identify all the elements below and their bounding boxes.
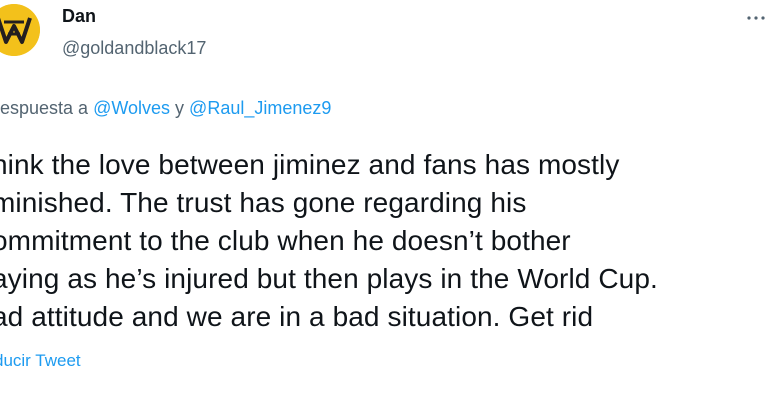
mention-raul-jimenez-link[interactable]: @Raul_Jimenez9: [189, 98, 331, 118]
user-handle[interactable]: @goldandblack17: [62, 38, 206, 59]
tweet-text: hink the love between jiminez and fans h…: [0, 146, 768, 336]
tweet-line: ad attitude and we are in a bad situatio…: [0, 301, 594, 332]
reply-context: respuesta a @Wolves y @Raul_Jimenez9: [0, 98, 331, 119]
reply-prefix: respuesta a: [0, 98, 94, 118]
more-options-button[interactable]: [744, 6, 768, 30]
avatar[interactable]: [0, 4, 40, 56]
tweet-line: ommitment to the club when he doesn’t bo…: [0, 225, 571, 256]
tweet-line: aying as he’s injured but then plays in …: [0, 263, 658, 294]
more-horizontal-icon: [747, 16, 765, 20]
tweet-line: minished. The trust has gone regarding h…: [0, 187, 527, 218]
translate-tweet-link[interactable]: ducir Tweet: [0, 351, 81, 371]
reply-joiner: y: [170, 98, 190, 118]
user-name[interactable]: Dan: [62, 6, 96, 27]
tweet-line: hink the love between jiminez and fans h…: [0, 149, 620, 180]
wolves-crest-icon: [0, 4, 40, 56]
mention-wolves-link[interactable]: @Wolves: [93, 98, 170, 118]
